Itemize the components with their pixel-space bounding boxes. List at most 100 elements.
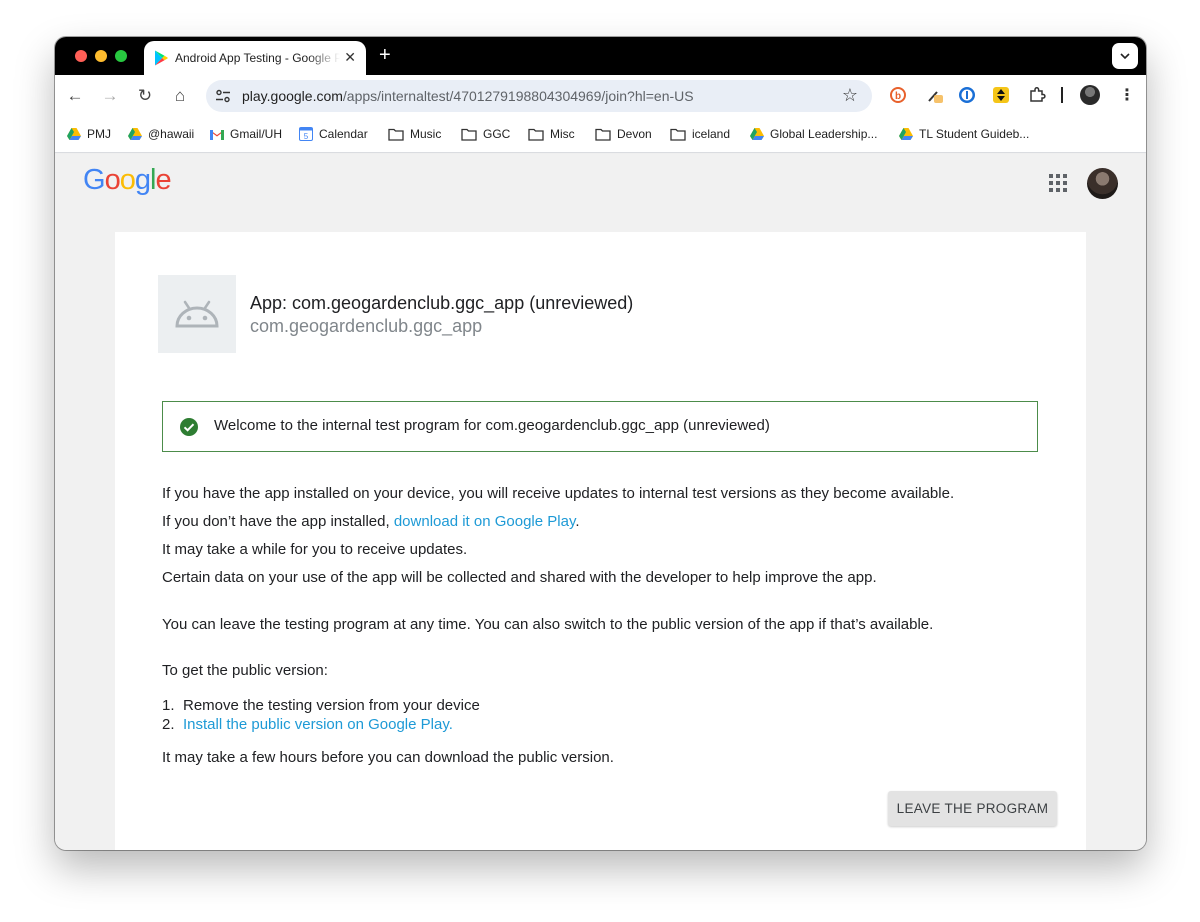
bookmark-item[interactable]: PMJ <box>67 127 111 141</box>
google-logo[interactable]: Google <box>83 164 172 197</box>
paragraph-text: . <box>575 513 580 530</box>
folder-icon <box>595 128 611 141</box>
logo-letter: g <box>134 164 151 196</box>
logo-letter: o <box>119 164 136 196</box>
google-apps-icon[interactable] <box>1049 174 1067 192</box>
svg-text:b: b <box>895 91 901 102</box>
drive-icon <box>67 128 81 140</box>
browser-menu-icon[interactable]: ⋮ <box>1119 85 1135 105</box>
list-item: 1. Remove the testing version from your d… <box>162 697 480 716</box>
google-header: Google <box>55 154 1146 211</box>
bookmark-label: PMJ <box>87 127 111 141</box>
account-avatar[interactable] <box>1087 168 1118 199</box>
app-title: App: com.geogardenclub.ggc_app (unreview… <box>250 293 634 313</box>
logo-letter: G <box>83 164 106 196</box>
reload-button[interactable]: ↻ <box>135 86 155 106</box>
app-package-name: com.geogardenclub.ggc_app <box>250 316 483 336</box>
close-window-button[interactable] <box>75 50 87 62</box>
extension-eyedropper-icon[interactable] <box>926 86 944 104</box>
bookmark-label: Music <box>410 127 442 141</box>
extension-b-icon[interactable]: b <box>889 86 907 104</box>
public-version-heading: To get the public version: <box>162 662 328 679</box>
logo-letter: o <box>104 164 121 196</box>
bookmark-label: iceland <box>692 127 731 141</box>
step-number: 1. <box>162 697 175 714</box>
bookmark-item[interactable]: iceland <box>670 127 730 141</box>
bookmark-label: GGC <box>483 127 511 141</box>
welcome-banner: Welcome to the internal test program for… <box>162 401 1038 452</box>
tab-title: Android App Testing - Google Play <box>175 51 340 65</box>
url-host: play.google.com <box>242 88 343 104</box>
home-button[interactable]: ⌂ <box>170 86 190 106</box>
calendar-icon: 5 <box>299 127 313 141</box>
browser-toolbar: ← → ↻ ⌂ play.google.com/apps/internaltes… <box>55 75 1146 117</box>
list-item: 2. Install the public version on Google P… <box>162 716 480 735</box>
folder-icon <box>388 128 404 141</box>
leave-program-button[interactable]: LEAVE THE PROGRAM <box>888 791 1057 826</box>
extensions-puzzle-icon[interactable] <box>1028 86 1046 104</box>
install-public-link[interactable]: Install the public version on Google Pla… <box>183 716 453 733</box>
info-paragraph: It may take a few hours before you can d… <box>162 749 614 766</box>
browser-window: Android App Testing - Google Play ✕ + ← … <box>55 37 1146 850</box>
bookmark-label: Global Leadership... <box>770 127 878 141</box>
info-paragraph: Certain data on your use of the app will… <box>162 569 877 586</box>
tab-close-icon[interactable]: ✕ <box>344 49 356 66</box>
bookmark-label: Gmail/UH <box>230 127 283 141</box>
page-content: Google App: com.geogardenclub.ggc_app (u… <box>55 154 1146 850</box>
chevron-down-icon <box>1120 53 1130 59</box>
bookmark-label: Devon <box>617 127 652 141</box>
folder-icon <box>461 128 477 141</box>
forward-button[interactable]: → <box>100 86 120 106</box>
drive-icon <box>899 128 913 140</box>
address-bar[interactable]: play.google.com/apps/internaltest/470127… <box>206 80 872 112</box>
url-text: play.google.com/apps/internaltest/470127… <box>242 88 694 104</box>
gmail-icon <box>210 129 224 140</box>
steps-list: 1. Remove the testing version from your d… <box>162 697 480 735</box>
password-manager-icon[interactable] <box>958 86 976 104</box>
bookmarks-bar: PMJ @hawaii Gmail/UH 5 Calendar Music GG… <box>55 117 1146 153</box>
bookmark-item[interactable]: Misc <box>528 127 575 141</box>
step-number: 2. <box>162 716 175 733</box>
new-tab-button[interactable]: + <box>379 44 391 67</box>
bookmark-label: TL Student Guideb... <box>919 127 1030 141</box>
bookmark-label: Calendar <box>319 127 368 141</box>
bookmark-star-icon[interactable]: ☆ <box>842 85 858 106</box>
minimize-window-button[interactable] <box>95 50 107 62</box>
bookmark-item[interactable]: Gmail/UH <box>210 127 282 141</box>
download-link[interactable]: download it on Google Play <box>394 513 576 530</box>
android-icon <box>175 300 219 328</box>
drive-icon <box>128 128 142 140</box>
tab-android-app-testing[interactable]: Android App Testing - Google Play ✕ <box>144 41 366 75</box>
internal-test-card: App: com.geogardenclub.ggc_app (unreview… <box>115 232 1086 850</box>
profile-avatar[interactable] <box>1080 85 1100 105</box>
svg-text:5: 5 <box>304 132 309 141</box>
bookmark-item[interactable]: @hawaii <box>128 127 194 141</box>
folder-icon <box>670 128 686 141</box>
tab-strip: Android App Testing - Google Play ✕ + <box>55 37 1146 75</box>
bookmark-item[interactable]: Devon <box>595 127 652 141</box>
download-paragraph: If you don’t have the app installed, dow… <box>162 513 580 530</box>
drive-icon <box>750 128 764 140</box>
back-button[interactable]: ← <box>65 86 85 106</box>
bookmark-item[interactable]: TL Student Guideb... <box>899 127 1029 141</box>
bookmark-item[interactable]: GGC <box>461 127 510 141</box>
bookmark-label: @hawaii <box>148 127 195 141</box>
bookmark-label: Misc <box>550 127 575 141</box>
logo-letter: e <box>155 164 171 196</box>
maximize-window-button[interactable] <box>115 50 127 62</box>
bookmark-item[interactable]: 5 Calendar <box>299 127 368 141</box>
welcome-text: Welcome to the internal test program for… <box>214 417 770 434</box>
bookmark-item[interactable]: Global Leadership... <box>750 127 877 141</box>
url-path: /apps/internaltest/4701279198804304969/j… <box>342 88 694 104</box>
info-paragraph: If you have the app installed on your de… <box>162 485 955 502</box>
paragraph-text: If you don’t have the app installed, <box>162 513 394 530</box>
check-circle-icon <box>180 418 198 436</box>
bookmark-item[interactable]: Music <box>388 127 441 141</box>
extension-yellow-icon[interactable] <box>992 86 1010 104</box>
step-text: Remove the testing version from your dev… <box>183 697 480 714</box>
app-thumbnail <box>158 275 236 353</box>
site-settings-icon[interactable] <box>215 88 231 104</box>
leave-info-paragraph: You can leave the testing program at any… <box>162 616 934 633</box>
tab-search-button[interactable] <box>1112 43 1138 69</box>
google-play-icon <box>155 50 168 66</box>
